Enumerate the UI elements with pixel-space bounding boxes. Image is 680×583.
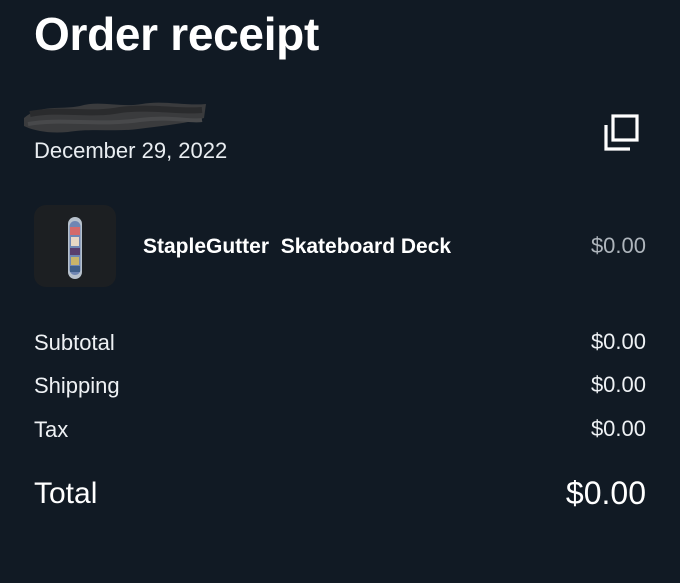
page-title: Order receipt <box>34 8 319 60</box>
order-date: December 29, 2022 <box>34 138 228 163</box>
copy-icon[interactable] <box>600 112 642 154</box>
redacted-text <box>24 102 206 133</box>
product-thumbnail <box>34 205 116 287</box>
subtotal-label: Subtotal <box>34 330 115 355</box>
shipping-value: $0.00 <box>590 372 646 397</box>
shipping-label: Shipping <box>34 373 120 398</box>
item-name[interactable]: StapleGutter Skateboard Deck <box>143 233 451 261</box>
total-label: Total <box>34 477 98 510</box>
total-value: $0.00 <box>565 475 646 511</box>
subtotal-value: $0.00 <box>590 329 646 354</box>
tax-label: Tax <box>34 417 69 442</box>
skateboard-deck-image <box>68 217 82 279</box>
item-price: $0.00 <box>590 233 646 258</box>
tax-value: $0.00 <box>590 416 646 441</box>
